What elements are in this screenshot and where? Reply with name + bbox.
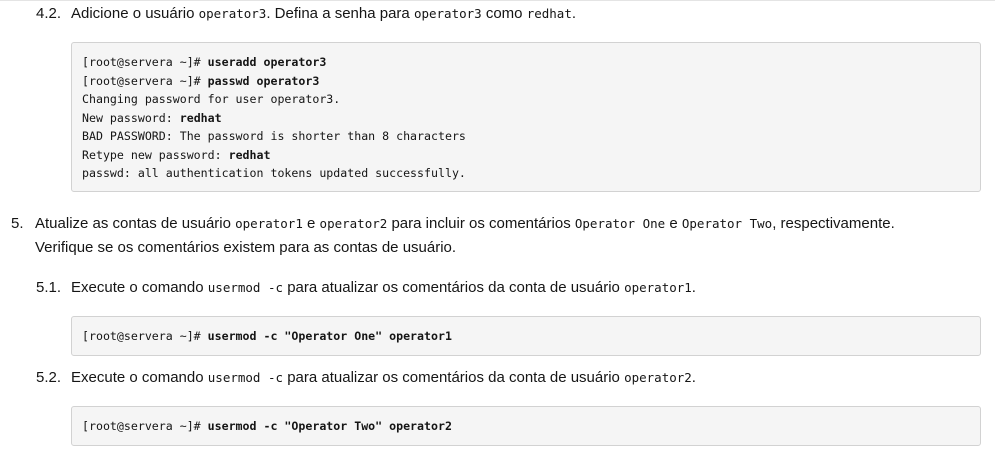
- code-line: Retype new password: redhat: [82, 147, 271, 162]
- code-line: [root@servera ~]# usermod -c "Operator T…: [82, 419, 452, 433]
- inline-code: operator2: [624, 370, 692, 385]
- step-number: 5.2.: [36, 369, 62, 386]
- inline-code: Operator One: [574, 216, 666, 231]
- step-text: Execute o comando usermod -c para atuali…: [71, 279, 696, 296]
- code-line: Changing password for user operator3.: [82, 92, 341, 106]
- inline-code: operator3: [413, 6, 482, 21]
- step-number: 5.1.: [36, 279, 62, 296]
- step-number: 5.: [11, 215, 24, 232]
- step-text-line-2: Verifique se os comentários existem para…: [35, 239, 457, 256]
- step-text: Adicione o usuário operator3. Defina a s…: [71, 5, 577, 22]
- step-text: Atualize as contas de usuário operator1 …: [35, 215, 895, 232]
- inline-code: operator1: [235, 216, 303, 231]
- inline-code: Operator Two: [681, 216, 773, 231]
- code-line: [root@servera ~]# usermod -c "Operator O…: [82, 329, 452, 343]
- inline-code: operator1: [624, 280, 692, 295]
- step-number: 4.2.: [36, 5, 62, 22]
- inline-code: usermod -c: [207, 370, 284, 385]
- code-line: BAD PASSWORD: The password is shorter th…: [82, 129, 466, 143]
- code-line: passwd: all authentication tokens update…: [82, 166, 466, 180]
- code-line: [root@servera ~]# passwd operator3: [82, 73, 320, 88]
- step-text: Execute o comando usermod -c para atuali…: [71, 369, 696, 386]
- code-block-5-1[interactable]: [root@servera ~]# usermod -c "Operator O…: [71, 316, 981, 356]
- code-block-5-2[interactable]: [root@servera ~]# usermod -c "Operator T…: [71, 406, 981, 446]
- code-block-4-2[interactable]: [root@servera ~]# useradd operator3 [roo…: [71, 42, 981, 192]
- code-line: New password: redhat: [82, 110, 222, 125]
- inline-code: usermod -c: [207, 280, 284, 295]
- inline-code: redhat: [526, 6, 572, 21]
- top-divider: [0, 0, 995, 1]
- inline-code: operator3: [198, 6, 267, 21]
- code-line: [root@servera ~]# useradd operator3: [82, 55, 327, 69]
- inline-code: operator2: [319, 216, 388, 231]
